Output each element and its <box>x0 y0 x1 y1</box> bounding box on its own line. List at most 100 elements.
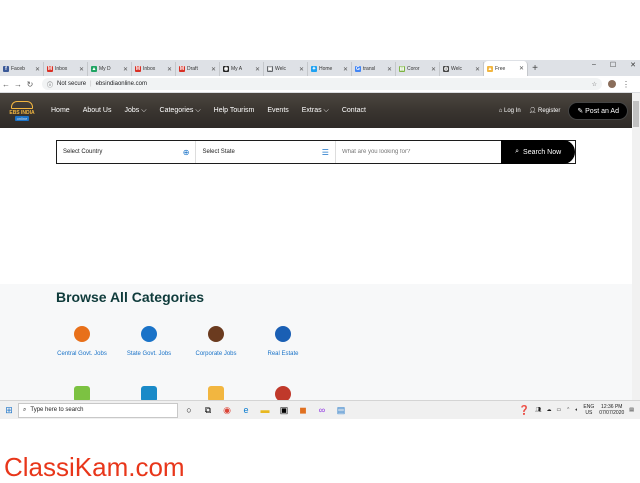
volume-icon[interactable]: 🔈︎ <box>575 407 578 413</box>
clock-date: 07/07/2020 <box>599 410 625 416</box>
omnibox[interactable]: ⓘ Not secure | ebsindiaonline.com ☆ <box>42 78 602 90</box>
tab-close-icon[interactable]: ✕ <box>123 66 128 73</box>
network-icon[interactable]: ▭ <box>556 407 561 413</box>
tab-close-icon[interactable]: ✕ <box>343 66 348 73</box>
category-central-govt-jobs[interactable]: Central Govt. Jobs <box>47 326 117 360</box>
close-window-button[interactable]: ✕ <box>630 61 636 69</box>
app-icon-2[interactable]: ▤ <box>333 405 349 416</box>
post-ad-label: Post an Ad <box>585 107 619 115</box>
back-icon[interactable]: ← <box>0 80 12 89</box>
scrollbar-thumb[interactable] <box>633 101 639 127</box>
browser-tab[interactable]: M Draft ✕ <box>176 62 220 76</box>
chrome-icon[interactable]: ◉ <box>219 405 235 416</box>
browser-tab[interactable]: Gtransl ✕ <box>352 62 396 76</box>
nav-home[interactable]: Home <box>51 107 70 114</box>
category-real-estate[interactable]: Real Estate <box>248 326 318 360</box>
category-state-govt-jobs[interactable]: State Govt. Jobs <box>114 326 184 360</box>
browser-tab[interactable]: ▲ Free ✕ <box>484 61 528 76</box>
login-link[interactable]: ⌂ Log In <box>499 108 521 114</box>
tab-close-icon[interactable]: ✕ <box>475 66 480 73</box>
task-view-icon[interactable]: ⧉ <box>200 405 216 416</box>
app-icon[interactable]: ◼ <box>295 405 311 416</box>
tab-favicon-icon: ◍ <box>443 66 449 72</box>
category-label: State Govt. Jobs <box>126 351 172 357</box>
chevron-up-icon[interactable]: ⌃ <box>566 407 570 413</box>
browser-menu-icon[interactable]: ⋮ <box>622 80 630 89</box>
page-scrollbar[interactable] <box>632 93 640 400</box>
post-ad-button[interactable]: ✎ Post an Ad <box>568 101 628 120</box>
info-icon[interactable]: ⓘ <box>47 80 53 89</box>
browser-tab[interactable]: ▲ My D ✕ <box>88 62 132 76</box>
browser-tab[interactable]: ✦ Home ✕ <box>308 62 352 76</box>
clock[interactable]: 12:36 PM 07/07/2020 <box>599 404 624 416</box>
browser-tab[interactable]: ▤ Coror ✕ <box>396 62 440 76</box>
browser-tab[interactable]: f Faceb ✕ <box>0 62 44 76</box>
user-icon: 👤︎ <box>528 108 538 114</box>
new-tab-button[interactable]: + <box>528 62 542 76</box>
tab-close-icon[interactable]: ✕ <box>431 66 436 73</box>
nav-help-tourism[interactable]: Help Tourism <box>214 107 255 114</box>
people-icon[interactable]: 👥︎ <box>535 407 541 413</box>
nav-contact[interactable]: Contact <box>342 107 366 114</box>
minimize-button[interactable]: – <box>592 61 596 69</box>
nav-extras[interactable]: Extras ⌵ <box>302 107 329 115</box>
tab-close-icon[interactable]: ✕ <box>519 65 524 72</box>
tab-favicon-icon: M <box>179 66 185 72</box>
country-select-label: Select Country <box>63 149 103 155</box>
state-select-label: Select State <box>202 149 235 155</box>
tab-label: Welc <box>275 66 287 72</box>
keyword-search-input[interactable] <box>335 149 502 155</box>
tab-favicon-icon: ▲ <box>91 66 97 72</box>
browser-tab[interactable]: M Inbox ✕ <box>132 62 176 76</box>
nav-events[interactable]: Events <box>267 107 288 114</box>
bookmark-star-icon[interactable]: ☆ <box>592 81 597 88</box>
notification-icon[interactable]: ▤ <box>629 407 634 413</box>
language-indicator[interactable]: ENG US <box>583 404 594 416</box>
country-select[interactable]: Select Country ⊕ <box>57 141 197 163</box>
tab-close-icon[interactable]: ✕ <box>255 66 260 73</box>
login-label: Log In <box>504 107 521 114</box>
taskbar-search[interactable]: ⌕ Type here to search <box>18 402 178 418</box>
category-corporate-jobs[interactable]: Corporate Jobs <box>181 326 251 360</box>
tab-favicon-icon: ◉ <box>223 66 229 72</box>
reload-icon[interactable]: ↻ <box>24 80 36 89</box>
store-icon[interactable]: ▣ <box>276 405 292 416</box>
tab-close-icon[interactable]: ✕ <box>167 66 172 73</box>
site-logo[interactable]: EBS INDIA online <box>5 98 39 124</box>
nav-categories[interactable]: Categories ⌵ <box>160 107 201 115</box>
browser-tab[interactable]: ◍ Welc ✕ <box>440 62 484 76</box>
maximize-button[interactable]: ☐ <box>610 61 616 69</box>
help-icon[interactable]: ❓ <box>519 405 530 416</box>
cortana-icon[interactable]: ○ <box>181 405 197 415</box>
tab-close-icon[interactable]: ✕ <box>387 66 392 73</box>
nav-jobs[interactable]: Jobs ⌵ <box>124 107 146 115</box>
visual-studio-icon[interactable]: ∞ <box>314 405 330 415</box>
edge-icon[interactable]: e <box>238 405 254 415</box>
tab-favicon-icon: ▣ <box>267 66 273 72</box>
tab-close-icon[interactable]: ✕ <box>35 66 40 73</box>
tab-close-icon[interactable]: ✕ <box>211 66 216 73</box>
windows-start-icon[interactable]: ⊞ <box>0 405 18 416</box>
url-text[interactable]: ebsindiaonline.com <box>96 81 147 87</box>
file-explorer-icon[interactable]: ▬ <box>257 405 273 415</box>
browser-tab-strip: f Faceb ✕ M Inbox ✕ ▲ My D ✕ M Inbox ✕ M Draft ✕ ◉ My A ✕… <box>0 60 640 76</box>
state-govt-icon <box>141 326 157 342</box>
tab-favicon-icon: ✦ <box>311 66 317 72</box>
tab-label: transl <box>363 66 376 72</box>
state-select[interactable]: Select State ☰ <box>196 141 336 163</box>
register-link[interactable]: 👤︎ Register <box>529 107 561 114</box>
browser-tab[interactable]: M Inbox ✕ <box>44 62 88 76</box>
search-now-button[interactable]: ⌕ Search Now <box>501 140 575 164</box>
tab-favicon-icon: G <box>355 66 361 72</box>
nav-about-us[interactable]: About Us <box>83 107 112 114</box>
header-actions: ⌂ Log In 👤︎ Register ✎ Post an Ad <box>499 101 632 120</box>
house-icon <box>275 326 291 342</box>
tab-favicon-icon: M <box>135 66 141 72</box>
profile-avatar[interactable] <box>608 80 616 88</box>
tab-close-icon[interactable]: ✕ <box>299 66 304 73</box>
browser-tab[interactable]: ◉ My A ✕ <box>220 62 264 76</box>
cloud-icon[interactable]: ☁ <box>546 407 551 413</box>
tab-close-icon[interactable]: ✕ <box>79 66 84 73</box>
browser-tab[interactable]: ▣ Welc ✕ <box>264 62 308 76</box>
forward-icon[interactable]: → <box>12 80 24 89</box>
